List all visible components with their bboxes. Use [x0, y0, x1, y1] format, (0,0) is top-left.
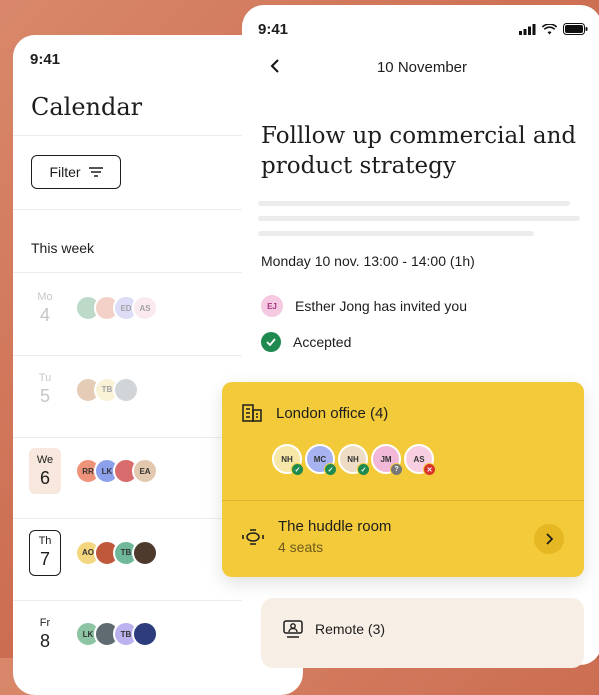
room-open-button[interactable]: [534, 524, 564, 554]
avatar: MC ✓: [305, 444, 337, 476]
filter-icon: [88, 167, 103, 177]
day-number: 4: [39, 304, 50, 325]
day-number: 7: [39, 549, 50, 569]
day-abbr: We: [36, 453, 54, 466]
rsvp-status: Accepted: [261, 332, 351, 352]
office-card[interactable]: London office (4) NH ✓ MC ✓ NH ✓ JM? AS ✕ The hu…: [222, 382, 584, 577]
avatar-initials: MC: [313, 454, 327, 464]
status-bar-icons: [519, 23, 588, 35]
attendee-avatars: ED AS: [75, 295, 158, 321]
placeholder-line: [258, 201, 570, 206]
room-name: The huddle room: [278, 518, 392, 535]
day-date: Fr 8: [29, 611, 61, 657]
check-circle-icon: [261, 332, 281, 352]
table-chairs-icon: [242, 528, 264, 545]
day-number: 5: [39, 386, 50, 406]
avatar: [132, 621, 158, 647]
placeholder-line: [258, 231, 534, 236]
event-title: Folllow up commercial and product strate…: [261, 123, 577, 179]
avatar: EJ: [261, 295, 283, 317]
avatar: EA: [132, 458, 158, 484]
cross-icon: ✕: [423, 463, 436, 476]
day-date: Tu 5: [29, 367, 61, 413]
battery-icon: [563, 23, 588, 35]
day-date: Th 7: [29, 529, 61, 576]
invite-text: Esther Jong has invited you: [295, 298, 467, 314]
remote-label: Remote (3): [315, 621, 386, 637]
avatar: AS: [132, 295, 158, 321]
video-call-icon: [283, 620, 303, 638]
event-date: 10 November: [376, 59, 468, 76]
event-time: Monday 10 nov. 13:00 - 14:00 (1h): [261, 253, 475, 269]
day-abbr: Tu: [38, 372, 52, 384]
room-seats: 4 seats: [278, 539, 324, 555]
day-abbr: Th: [38, 535, 52, 547]
room-row[interactable]: The huddle room 4 seats: [242, 518, 391, 555]
day-number: 8: [39, 630, 50, 651]
day-date: We 6: [29, 448, 61, 494]
filter-label: Filter: [49, 164, 81, 180]
avatar: JM?: [371, 444, 403, 476]
day-abbr: Mo: [37, 290, 53, 303]
attendee-avatars: RR LK EA: [75, 458, 158, 484]
avatar: NH ✓: [272, 444, 304, 476]
invite-row: EJ Esther Jong has invited you: [261, 295, 467, 317]
avatar-initials: NH: [347, 454, 359, 464]
check-icon: ✓: [357, 463, 370, 476]
check-icon: ✓: [291, 463, 304, 476]
status-time: 9:41: [30, 51, 61, 68]
rsvp-status-label: Accepted: [293, 334, 352, 350]
week-label: This week: [31, 240, 95, 256]
chevron-right-icon: [545, 533, 553, 545]
avatar: AS ✕: [404, 444, 436, 476]
avatar-initials: NH: [281, 454, 293, 464]
question-icon: ?: [390, 463, 403, 476]
day-date: Mo 4: [29, 285, 61, 331]
check-icon: ✓: [324, 463, 337, 476]
office-attendees: NH ✓ MC ✓ NH ✓ JM? AS ✕: [272, 444, 436, 476]
office-label: London office (4): [276, 404, 389, 422]
office-header: London office (4): [242, 404, 388, 422]
page-title: Calendar: [31, 93, 143, 121]
avatar-initials: JM: [380, 454, 392, 464]
placeholder-line: [258, 216, 580, 221]
day-number: 6: [39, 467, 50, 488]
building-icon: [242, 404, 262, 422]
status-time: 9:41: [258, 21, 289, 38]
attendee-avatars: LK TB: [75, 621, 158, 647]
divider: [222, 500, 584, 501]
day-abbr: Fr: [39, 616, 51, 629]
avatar: NH ✓: [338, 444, 370, 476]
signal-icon: [519, 23, 536, 35]
filter-button[interactable]: Filter: [31, 155, 121, 189]
attendee-avatars: AO TB: [75, 539, 158, 566]
wifi-icon: [542, 23, 557, 34]
avatar-initials: AS: [413, 454, 425, 464]
avatar: [132, 539, 158, 566]
avatar: [113, 376, 139, 403]
attendee-avatars: TB: [75, 376, 139, 403]
